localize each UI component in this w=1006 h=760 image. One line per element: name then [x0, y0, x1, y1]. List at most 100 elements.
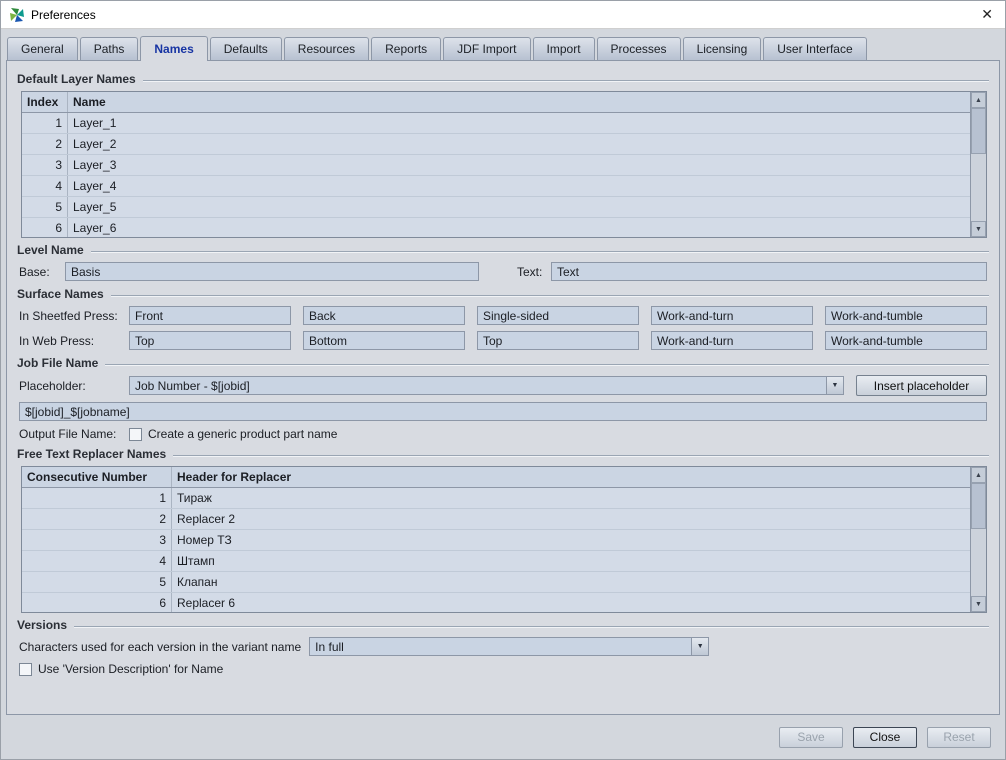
tab-import[interactable]: Import [532, 37, 595, 60]
cell-header[interactable]: Тираж [172, 488, 970, 508]
table-row[interactable]: 2 Replacer 2 [22, 509, 970, 530]
cell-name[interactable]: Layer_5 [68, 197, 970, 217]
chevron-down-icon[interactable]: ▼ [691, 638, 709, 655]
cell-name[interactable]: Layer_2 [68, 134, 970, 154]
table-row[interactable]: 1 Тираж [22, 488, 970, 509]
scrollbar-track[interactable] [971, 108, 986, 221]
cell-number[interactable]: 2 [22, 509, 172, 529]
scroll-up-icon[interactable]: ▲ [971, 467, 986, 483]
column-header-consecutive-number[interactable]: Consecutive Number [22, 467, 172, 487]
chevron-down-icon[interactable]: ▼ [826, 377, 843, 394]
cell-header[interactable]: Штамп [172, 551, 970, 571]
tab-processes[interactable]: Processes [596, 37, 681, 60]
file-name-pattern-field[interactable]: $[jobid]_$[jobname] [19, 402, 987, 421]
web-work-and-tumble-field[interactable]: Work-and-tumble [825, 331, 987, 350]
titlebar: Preferences ✕ [1, 1, 1005, 29]
web-top-field[interactable]: Top [129, 331, 291, 350]
cell-index[interactable]: 5 [22, 197, 68, 217]
group-free-text-replacer-names: Free Text Replacer Names [17, 447, 989, 461]
reset-button[interactable]: Reset [927, 726, 991, 748]
tab-licensing[interactable]: Licensing [682, 37, 762, 60]
insert-placeholder-button[interactable]: Insert placeholder [856, 375, 987, 396]
cell-index[interactable]: 4 [22, 176, 68, 196]
cell-index[interactable]: 2 [22, 134, 68, 154]
scroll-down-icon[interactable]: ▼ [971, 221, 986, 237]
table-row[interactable]: 6 Replacer 6 [22, 593, 970, 612]
tab-user-interface[interactable]: User Interface [763, 37, 867, 60]
cell-name[interactable]: Layer_6 [68, 218, 970, 237]
cell-name[interactable]: Layer_4 [68, 176, 970, 196]
tab-reports[interactable]: Reports [371, 37, 442, 60]
table-row[interactable]: 4 Штамп [22, 551, 970, 572]
cell-index[interactable]: 3 [22, 155, 68, 175]
tab-defaults[interactable]: Defaults [209, 37, 282, 60]
cell-header[interactable]: Номер ТЗ [172, 530, 970, 550]
close-button[interactable]: Close [853, 726, 917, 748]
cell-number[interactable]: 5 [22, 572, 172, 592]
default-layer-names-table: Index Name 1 Layer_1 2 Layer_2 3 Layer_3… [21, 91, 987, 238]
table-row[interactable]: 3 Номер ТЗ [22, 530, 970, 551]
tab-general[interactable]: General [7, 37, 78, 60]
field-value: Work-and-tumble [831, 308, 923, 323]
table-row[interactable]: 6 Layer_6 [22, 218, 970, 237]
tab-paths[interactable]: Paths [79, 37, 139, 60]
group-rule [173, 454, 989, 457]
scrollbar-track[interactable] [971, 483, 986, 596]
cell-number[interactable]: 3 [22, 530, 172, 550]
column-header-header-for-replacer[interactable]: Header for Replacer [172, 467, 970, 487]
web-press-fields: Top Bottom Top Work-and-turn Work-and-tu… [129, 331, 987, 350]
app-icon [9, 7, 25, 23]
table-row[interactable]: 3 Layer_3 [22, 155, 970, 176]
cell-number[interactable]: 4 [22, 551, 172, 571]
sheetfed-work-and-turn-field[interactable]: Work-and-turn [651, 306, 813, 325]
group-versions: Versions [17, 618, 989, 632]
close-icon[interactable]: ✕ [979, 6, 995, 23]
cell-index[interactable]: 1 [22, 113, 68, 133]
web-work-and-turn-field[interactable]: Work-and-turn [651, 331, 813, 350]
tab-names[interactable]: Names [140, 36, 208, 61]
group-job-file-name: Job File Name [17, 356, 989, 370]
table-row[interactable]: 2 Layer_2 [22, 134, 970, 155]
cell-number[interactable]: 1 [22, 488, 172, 508]
cell-number[interactable]: 6 [22, 593, 172, 612]
sheetfed-front-field[interactable]: Front [129, 306, 291, 325]
tab-resources[interactable]: Resources [283, 37, 370, 60]
column-header-index[interactable]: Index [22, 92, 68, 112]
version-characters-row: Characters used for each version in the … [19, 637, 987, 656]
version-characters-combobox[interactable]: In full ▼ [309, 637, 710, 656]
cell-header[interactable]: Replacer 2 [172, 509, 970, 529]
file-name-pattern-value: $[jobid]_$[jobname] [25, 404, 130, 419]
scroll-up-icon[interactable]: ▲ [971, 92, 986, 108]
scroll-down-icon[interactable]: ▼ [971, 596, 986, 612]
scrollbar-thumb[interactable] [971, 483, 986, 529]
group-title-text: Free Text Replacer Names [17, 447, 167, 461]
sheetfed-single-sided-field[interactable]: Single-sided [477, 306, 639, 325]
table-row[interactable]: 5 Layer_5 [22, 197, 970, 218]
cell-index[interactable]: 6 [22, 218, 68, 237]
table-row[interactable]: 4 Layer_4 [22, 176, 970, 197]
use-version-description-checkbox[interactable] [19, 662, 32, 676]
save-button[interactable]: Save [779, 726, 843, 748]
web-single-sided-field[interactable]: Top [477, 331, 639, 350]
output-file-name-row: Output File Name: Create a generic produ… [19, 427, 987, 441]
tab-jdf-import[interactable]: JDF Import [443, 37, 531, 60]
vertical-scrollbar[interactable]: ▲ ▼ [970, 92, 986, 237]
cell-name[interactable]: Layer_1 [68, 113, 970, 133]
placeholder-combobox[interactable]: Job Number - $[jobid] ▼ [129, 376, 844, 395]
sheetfed-back-field[interactable]: Back [303, 306, 465, 325]
cell-header[interactable]: Replacer 6 [172, 593, 970, 612]
tab-bar: General Paths Names Defaults Resources R… [1, 29, 1005, 61]
cell-name[interactable]: Layer_3 [68, 155, 970, 175]
generic-product-part-checkbox[interactable] [129, 427, 142, 441]
text-name-field[interactable]: Text [551, 262, 987, 281]
base-name-field[interactable]: Basis [65, 262, 479, 281]
sheetfed-work-and-tumble-field[interactable]: Work-and-tumble [825, 306, 987, 325]
cell-header[interactable]: Клапан [172, 572, 970, 592]
field-value: Front [135, 308, 164, 323]
vertical-scrollbar[interactable]: ▲ ▼ [970, 467, 986, 612]
table-row[interactable]: 1 Layer_1 [22, 113, 970, 134]
web-bottom-field[interactable]: Bottom [303, 331, 465, 350]
scrollbar-thumb[interactable] [971, 108, 986, 154]
table-row[interactable]: 5 Клапан [22, 572, 970, 593]
column-header-name[interactable]: Name [68, 92, 970, 112]
